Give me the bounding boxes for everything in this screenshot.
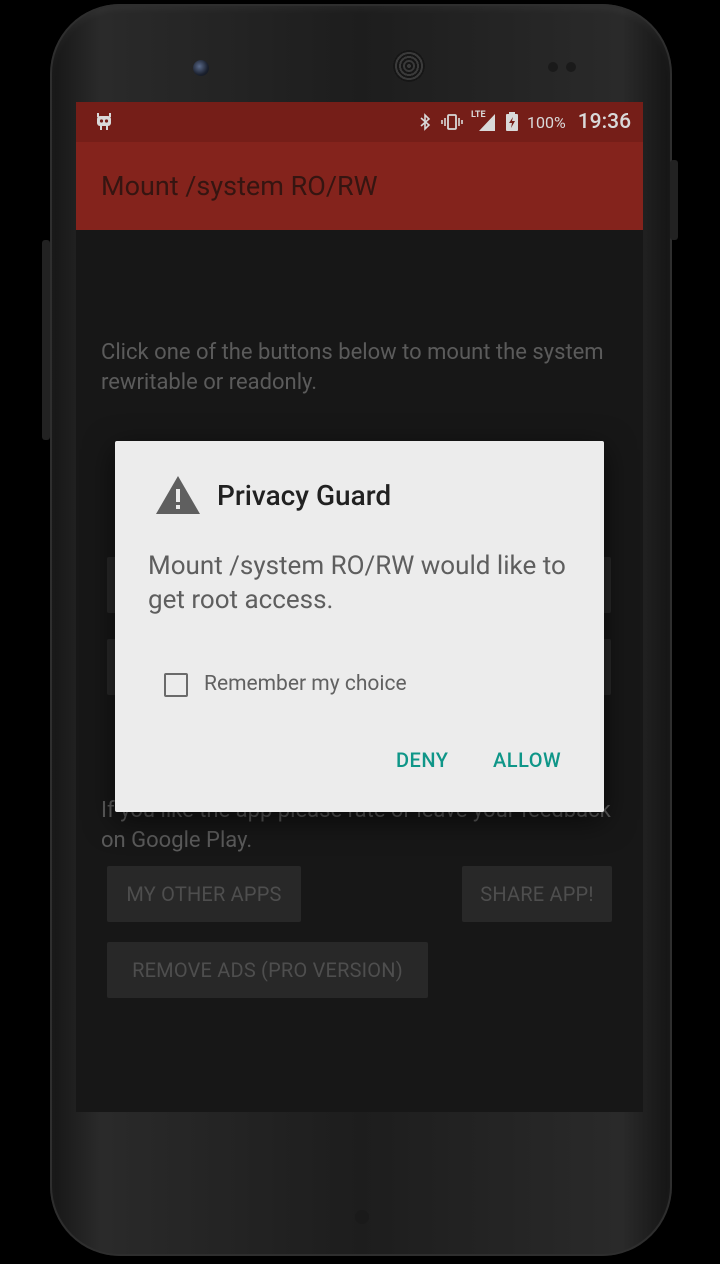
deny-button[interactable]: DENY <box>396 748 449 772</box>
volume-button <box>42 240 50 440</box>
warning-icon <box>156 476 200 514</box>
allow-button[interactable]: ALLOW <box>493 748 561 772</box>
privacy-guard-dialog: Privacy Guard Mount /system RO/RW would … <box>115 441 604 812</box>
proximity-sensor <box>548 62 558 72</box>
bottom-speaker <box>355 1210 369 1224</box>
front-camera <box>193 60 209 76</box>
dialog-title: Privacy Guard <box>217 479 392 512</box>
remember-choice-checkbox[interactable] <box>164 673 188 697</box>
remember-choice-label[interactable]: Remember my choice <box>204 672 407 696</box>
power-button <box>670 160 678 240</box>
earpiece-speaker <box>393 50 425 82</box>
light-sensor <box>566 62 576 72</box>
dialog-message: Mount /system RO/RW would like to get ro… <box>148 551 566 615</box>
